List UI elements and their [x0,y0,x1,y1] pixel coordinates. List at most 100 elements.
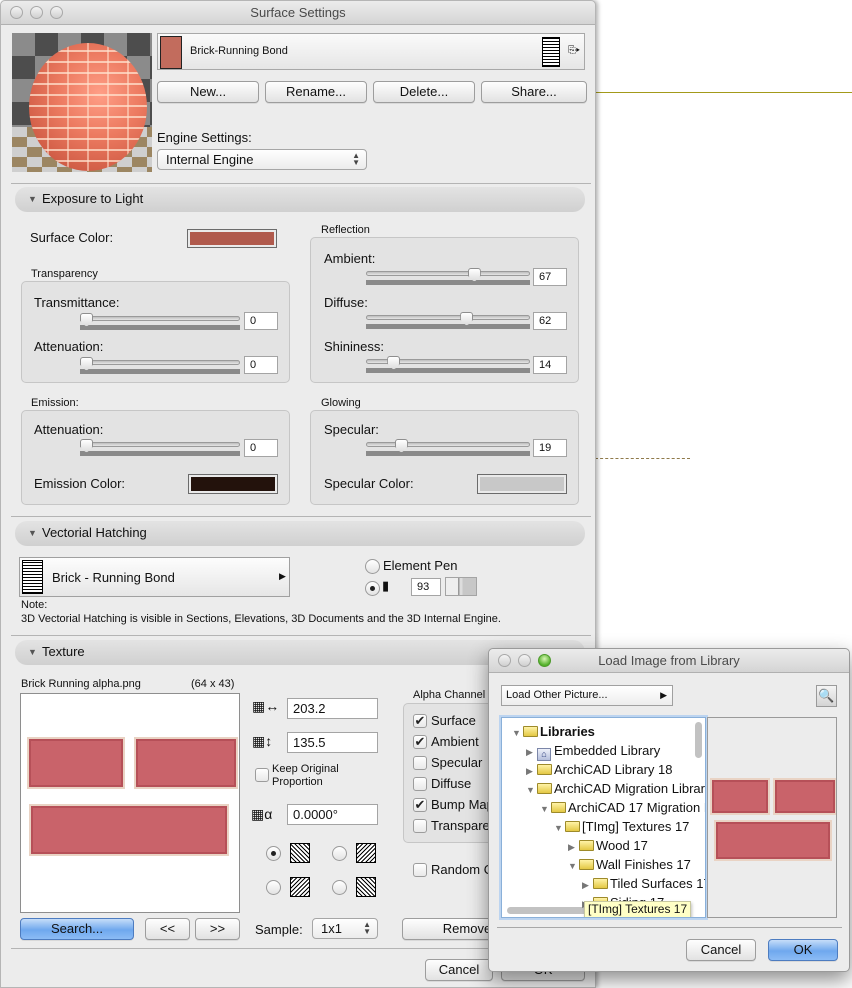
custom-pen-radio[interactable] [365,581,380,596]
sample-select-value: 1x1 [321,921,342,936]
alpha-diffuse-checkbox[interactable] [413,777,427,791]
close-button[interactable] [10,6,23,19]
tree-item[interactable]: ▼ [TImg] Textures 17 [554,817,689,836]
ambient-slider[interactable] [366,268,530,288]
material-selector[interactable]: Brick-Running Bond ⎘▸ [157,33,585,70]
texture-origin-radio-1[interactable] [266,846,281,861]
diffuse-slider[interactable] [366,312,530,332]
element-pen-radio[interactable] [365,559,380,574]
emission-attenuation-value[interactable]: 0 [244,439,278,457]
alpha-bump-map-checkbox[interactable]: ✔ [413,798,427,812]
surface-color-well[interactable] [187,229,277,248]
specular-value[interactable]: 19 [533,439,567,457]
close-button[interactable] [498,654,511,667]
random-offset-checkbox[interactable] [413,863,427,877]
disclosure-expanded-icon[interactable]: ▼ [540,800,551,819]
tree-item-label: ArchiCAD 17 Migration Library [568,800,705,815]
tree-item[interactable]: ▼ ArchiCAD Migration Libraries [526,779,705,800]
sample-select[interactable]: 1x1 ▲ ▼ [312,918,378,939]
emission-color-well[interactable] [188,474,278,494]
window-title: Surface Settings [250,5,346,20]
note-label: Note: [21,599,48,611]
disclosure-triangle-icon: ▼ [28,528,37,538]
tree-item-label: ArchiCAD Library 18 [554,762,673,777]
section-vectorial-hatching[interactable]: ▼ Vectorial Hatching [15,521,585,546]
alpha-transparency-checkbox[interactable] [413,819,427,833]
texture-height-field[interactable]: 135.5 [287,732,378,753]
texture-origin-radio-4[interactable] [332,880,347,895]
next-button[interactable]: >> [195,918,240,940]
transmittance-slider[interactable] [80,313,240,333]
fill-type-selector[interactable]: Brick - Running Bond ▶ [19,557,290,597]
tree-item[interactable]: ▶ Tiled Surfaces 17 [582,874,705,893]
ambient-value[interactable]: 67 [533,268,567,286]
disclosure-expanded-icon[interactable]: ▼ [554,819,565,838]
texture-origin-radio-3[interactable] [266,880,281,895]
texture-origin-radio-2[interactable] [332,846,347,861]
minimize-button[interactable] [30,6,43,19]
texture-angle-icon: ▦α [251,806,273,822]
diffuse-value[interactable]: 62 [533,312,567,330]
tree-item-label: Libraries [540,724,595,739]
disclosure-expanded-icon[interactable]: ▼ [512,724,523,743]
previous-button[interactable]: << [145,918,190,940]
emission-attenuation-slider[interactable] [80,439,240,459]
transparency-attenuation-slider[interactable] [80,357,240,377]
disclosure-expanded-icon[interactable]: ▼ [526,781,537,800]
tree-item[interactable]: ▶ ArchiCAD Library 18 [526,760,673,779]
tree-item[interactable]: ▼ ArchiCAD 17 Migration Library [540,798,705,819]
zoom-button[interactable] [538,654,551,667]
disclosure-triangle-icon: ▼ [28,194,37,204]
image-preview [707,717,837,918]
minimize-button[interactable] [518,654,531,667]
shininess-slider[interactable] [366,356,530,376]
new-button[interactable]: New... [157,81,259,103]
dialog-title: Load Image from Library [598,653,740,668]
mirror-flip-pattern-icon [356,877,376,897]
vertical-scrollbar[interactable] [695,722,702,758]
delete-button[interactable]: Delete... [373,81,475,103]
mirror-pattern-icon [356,843,376,863]
search-button[interactable]: Search... [20,918,134,940]
load-other-picture-menu[interactable]: Load Other Picture... ▶ [501,685,673,706]
engine-select[interactable]: Internal Engine ▲ ▼ [157,149,367,170]
share-button[interactable]: Share... [481,81,587,103]
dialog-title-bar: Load Image from Library [489,649,849,673]
divider [497,927,842,928]
specular-slider[interactable] [366,439,530,459]
cancel-button[interactable]: Cancel [425,959,493,981]
section-title: Texture [42,644,85,659]
zoom-button[interactable] [50,6,63,19]
alpha-specular-checkbox[interactable] [413,756,427,770]
material-swatch [160,36,182,69]
preview-file-icon[interactable]: 🔍 [816,685,837,707]
section-exposure-to-light[interactable]: ▼ Exposure to Light [15,187,585,212]
dialog-cancel-button[interactable]: Cancel [686,939,756,961]
pen-color-swatch[interactable] [445,577,477,596]
rename-button[interactable]: Rename... [265,81,367,103]
library-tree[interactable]: ▼ Libraries ▶ ⌂ Embedded Library ▶ ArchiCAD Li… [501,717,706,918]
fill-name: Brick - Running Bond [52,570,175,585]
keep-proportion-checkbox[interactable] [255,768,269,782]
tree-item[interactable]: ▼ Libraries [512,722,595,741]
divider [11,183,591,184]
popup-menu-icon[interactable]: ⎘▸ [568,45,580,56]
alpha-ambient-label: Ambient [431,734,479,749]
pen-number-field[interactable]: 93 [411,578,441,596]
tree-item[interactable]: ▶ ⌂ Embedded Library [526,741,660,761]
specular-color-well[interactable] [477,474,567,494]
tree-item[interactable]: ▼ Wall Finishes 17 [568,855,691,874]
engine-settings-label: Engine Settings: [157,130,252,145]
alpha-ambient-checkbox[interactable]: ✔ [413,735,427,749]
transparency-attenuation-value[interactable]: 0 [244,356,278,374]
texture-width-field[interactable]: 203.2 [287,698,378,719]
alpha-surface-checkbox[interactable]: ✔ [413,714,427,728]
texture-angle-field[interactable]: 0.0000° [287,804,378,825]
load-other-picture-label: Load Other Picture... [506,689,608,701]
shininess-value[interactable]: 14 [533,356,567,374]
disclosure-expanded-icon[interactable]: ▼ [568,857,579,876]
tree-item[interactable]: ▶ Wood 17 [568,836,648,855]
dialog-ok-button[interactable]: OK [768,939,838,961]
fill-pattern-icon [22,560,43,594]
transmittance-value[interactable]: 0 [244,312,278,330]
